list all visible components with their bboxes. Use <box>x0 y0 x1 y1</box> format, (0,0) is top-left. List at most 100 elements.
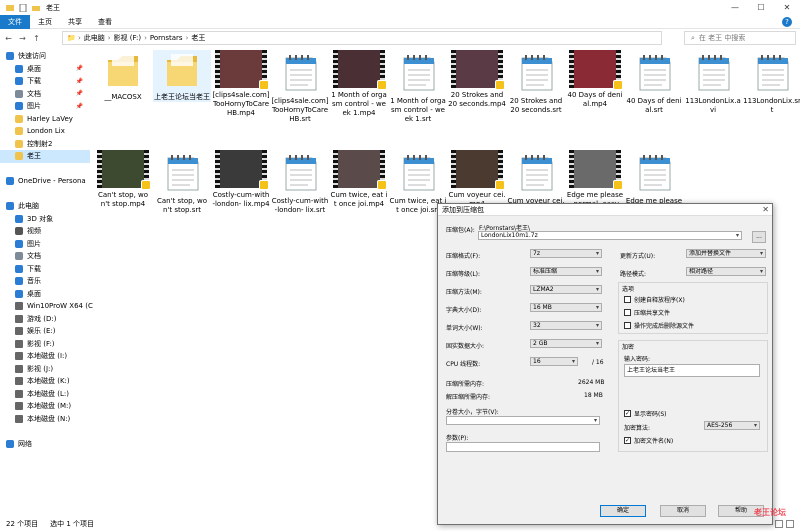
cpu-select[interactable]: 16 <box>530 357 578 366</box>
enc-method-select[interactable]: AES-256 <box>704 421 760 430</box>
encrypt-names-checkbox[interactable]: ✓ 加密文件名(N) <box>624 436 673 445</box>
breadcrumb-current[interactable]: 老王 <box>191 33 205 43</box>
nav-item[interactable]: 下载 <box>0 263 90 276</box>
level-select[interactable]: 标准压缩 <box>530 267 602 276</box>
archive-name-input[interactable]: LondonLix10m1.7z <box>478 231 742 240</box>
note-item[interactable]: 40 Days of denial.srt <box>625 50 683 115</box>
file-name: 113LondonLix.srt <box>743 97 800 114</box>
up-button[interactable]: ↑ <box>31 33 42 44</box>
nav-item[interactable]: Win10ProW X64 (C <box>0 300 93 313</box>
sfx-checkbox[interactable]: 创建自释放程序(X) <box>624 295 685 304</box>
nav-item[interactable]: 控制射2 <box>0 138 90 151</box>
ok-button[interactable]: 确定 <box>600 505 646 517</box>
folder-item[interactable]: __MACOSX <box>94 50 152 102</box>
shared-checkbox[interactable]: 压缩共享文件 <box>624 308 670 317</box>
folder-icon <box>15 114 23 123</box>
note-item[interactable]: Costly-cum-with-london- lix.srt <box>271 150 329 215</box>
search-input[interactable]: ⌕ 在 老王 中搜索 <box>684 31 796 45</box>
nav-item[interactable]: 图片 <box>0 238 90 251</box>
update-select[interactable]: 添加并替换文件 <box>686 249 766 258</box>
item-count: 22 个项目 <box>6 519 39 528</box>
nav-item[interactable]: 游戏 (D:) <box>0 313 90 326</box>
note-item[interactable]: 1 Month of orgasm control - week 1.srt <box>389 50 447 124</box>
nav-item[interactable]: 娱乐 (E:) <box>0 325 90 338</box>
video-item[interactable]: Cum twice, eat it once joi.mp4 <box>330 150 388 209</box>
word-select[interactable]: 32 <box>530 321 602 330</box>
video-thumbnail-icon <box>215 150 269 190</box>
tab-home[interactable]: 主页 <box>30 15 60 29</box>
note-item[interactable]: Can't stop, won't stop.srt <box>153 150 211 215</box>
back-button[interactable]: ← <box>3 33 14 44</box>
file-name: __MACOSX <box>104 93 142 101</box>
nav-item[interactable]: 老王 <box>0 150 90 163</box>
forward-button[interactable]: → <box>17 33 28 44</box>
notepad-file-icon <box>398 150 438 194</box>
nav-item[interactable]: 音乐 <box>0 275 90 288</box>
nav-item[interactable]: 文档 <box>0 250 90 263</box>
nav-item[interactable]: 3D 对象 <box>0 213 90 226</box>
notepad-file-icon <box>280 50 320 94</box>
notepad-file-icon <box>693 50 733 94</box>
cancel-button[interactable]: 取消 <box>660 505 706 517</box>
video-item[interactable]: Costly-cum-with-london- lix.mp4 <box>212 150 270 209</box>
note-item[interactable]: 113LondonLix.avi <box>684 50 742 115</box>
video-item[interactable]: 1 Month of orgasm control - week 1.mp4 <box>330 50 388 118</box>
show-password-checkbox[interactable]: ✓ 显示密码(S) <box>624 409 667 418</box>
nav-item[interactable]: 桌面 📌 <box>0 63 90 76</box>
nav-item[interactable]: OneDrive - Persona <box>0 175 90 188</box>
nav-item[interactable]: 下载 📌 <box>0 75 90 88</box>
nav-item[interactable]: 本地磁盘 (M:) <box>0 400 90 413</box>
new-folder-icon[interactable] <box>32 4 40 12</box>
nav-item[interactable]: 影视 (F:) <box>0 338 90 351</box>
nav-item[interactable]: 本地磁盘 (I:) <box>0 350 90 363</box>
close-button[interactable]: ✕ <box>774 0 800 15</box>
nav-item[interactable]: 本地磁盘 (N:) <box>0 413 90 426</box>
video-item[interactable]: Cum voyeur cei.mp4 <box>448 150 506 209</box>
nav-item[interactable]: Harley LaVey <box>0 113 90 126</box>
nav-item[interactable]: 此电脑 <box>0 200 90 213</box>
params-input[interactable] <box>446 442 600 452</box>
solid-select[interactable]: 2 GB <box>530 339 602 348</box>
nav-item[interactable]: 本地磁盘 (K:) <box>0 375 90 388</box>
nav-item[interactable]: 桌面 <box>0 288 90 301</box>
video-item[interactable]: Can't stop, won't stop.mp4 <box>94 150 152 209</box>
folder-item[interactable]: 上老王论坛当老王 <box>153 50 211 102</box>
split-select[interactable] <box>446 416 600 425</box>
tab-share[interactable]: 共享 <box>60 15 90 29</box>
nav-item[interactable]: 本地磁盘 (L:) <box>0 388 90 401</box>
breadcrumb-drive[interactable]: 影视 (F:) <box>114 33 142 43</box>
breadcrumb-pornstars[interactable]: Pornstars <box>150 34 183 42</box>
browse-button[interactable]: ... <box>752 231 766 243</box>
video-item[interactable]: 20 Strokes and 20 seconds.mp4 <box>448 50 506 109</box>
maximize-button[interactable]: ☐ <box>748 0 774 15</box>
delete-checkbox[interactable]: 操作完成后删除源文件 <box>624 321 694 330</box>
note-item[interactable]: 20 Strokes and 20 seconds.srt <box>507 50 565 115</box>
format-select[interactable]: 7z <box>530 249 602 258</box>
minimize-button[interactable]: — <box>722 0 748 15</box>
note-item[interactable]: 113LondonLix.srt <box>743 50 800 115</box>
nav-item[interactable]: 文档 📌 <box>0 88 90 101</box>
path-select[interactable]: 相对路径 <box>686 267 766 276</box>
nav-item[interactable]: 视频 <box>0 225 90 238</box>
address-bar[interactable]: 📁 › 此电脑 › 影视 (F:) › Pornstars › 老王 <box>62 31 662 45</box>
dialog-close-button[interactable]: ✕ <box>762 205 769 214</box>
password-input[interactable]: 上老王论坛当老王 <box>624 364 760 377</box>
video-item[interactable]: 40 Days of denial.mp4 <box>566 50 624 109</box>
method-select[interactable]: LZMA2 <box>530 285 602 294</box>
nav-item[interactable]: 网络 <box>0 438 90 451</box>
video-item[interactable]: [clips4sale.com] TooHornyToCareHB.mp4 <box>212 50 270 118</box>
breadcrumb-this-pc[interactable]: 此电脑 <box>84 33 105 43</box>
nav-item[interactable]: London Lix <box>0 125 90 138</box>
tab-file[interactable]: 文件 <box>0 14 30 29</box>
player-badge-icon <box>613 180 623 190</box>
nav-item[interactable]: 快速访问 <box>0 50 90 63</box>
dict-select[interactable]: 16 MB <box>530 303 602 312</box>
properties-icon[interactable] <box>19 3 27 12</box>
nav-item[interactable]: 图片 📌 <box>0 100 90 113</box>
notepad-file-icon <box>516 50 556 94</box>
nav-item[interactable]: 影视 (J:) <box>0 363 90 376</box>
note-item[interactable]: [clips4sale.com] TooHornyToCareHB.srt <box>271 50 329 124</box>
tab-view[interactable]: 查看 <box>90 15 120 29</box>
help-icon[interactable]: ? <box>782 17 792 27</box>
